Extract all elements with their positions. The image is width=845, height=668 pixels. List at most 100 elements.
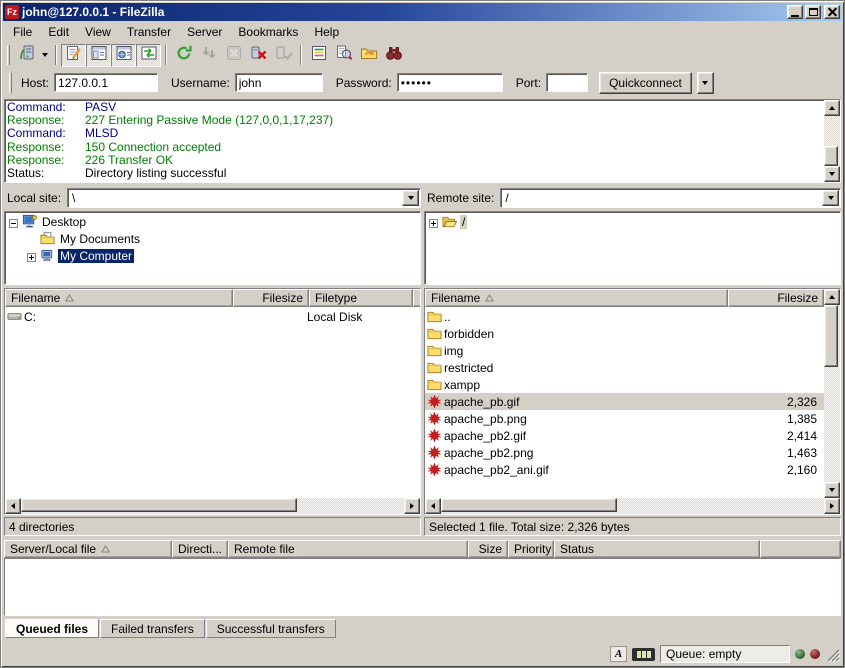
find-files-button[interactable]: [381, 44, 406, 67]
scroll-thumb[interactable]: [441, 498, 617, 512]
column-header-last-modified[interactable]: Last modified: [413, 289, 420, 307]
local-hscrollbar[interactable]: [5, 498, 420, 514]
reconnect-button[interactable]: [271, 44, 296, 67]
scroll-left-button[interactable]: [425, 498, 441, 514]
column-header-directi[interactable]: Directi...: [172, 540, 228, 558]
column-header-filesize[interactable]: Filesize: [233, 289, 309, 307]
scroll-down-button[interactable]: [824, 482, 840, 498]
indicator-badge-icon[interactable]: [632, 648, 655, 661]
scroll-thumb[interactable]: [824, 146, 838, 166]
menu-edit[interactable]: Edit: [40, 23, 77, 41]
close-button[interactable]: [824, 5, 840, 19]
file-row-c[interactable]: C:Local Disk: [5, 308, 420, 325]
tab-failed-transfers[interactable]: Failed transfers: [100, 619, 205, 638]
transfer-type-ascii-icon[interactable]: A: [610, 646, 627, 662]
toggle-message-log-button[interactable]: [61, 44, 86, 67]
scroll-track[interactable]: [824, 116, 840, 166]
column-header-remote-file[interactable]: Remote file: [228, 540, 468, 558]
scroll-thumb[interactable]: [21, 498, 297, 512]
resize-grip[interactable]: [825, 647, 840, 662]
maximize-button[interactable]: [805, 5, 821, 19]
column-header-filename[interactable]: Filename: [425, 289, 728, 307]
file-row-apache-pb-png[interactable]: apache_pb.png1,385: [425, 410, 824, 427]
collapse-icon[interactable]: [9, 217, 18, 226]
file-name: apache_pb.gif: [444, 395, 734, 409]
menu-file[interactable]: File: [5, 23, 40, 41]
scroll-track[interactable]: [824, 305, 840, 482]
file-row-img[interactable]: img: [425, 342, 824, 359]
refresh-button[interactable]: [171, 44, 196, 67]
tree-item-my-computer[interactable]: My Computer: [5, 247, 420, 264]
column-header-filesize[interactable]: Filesize: [728, 289, 824, 307]
scroll-right-button[interactable]: [824, 498, 840, 514]
local-site-dropdown-button[interactable]: [402, 190, 419, 206]
site-manager-dropdown-button[interactable]: [39, 44, 51, 67]
remote-site-dropdown-button[interactable]: [822, 190, 839, 206]
filename-filters-button[interactable]: [306, 44, 331, 67]
file-row-item[interactable]: ..: [425, 308, 824, 325]
column-header-status[interactable]: Status: [554, 540, 760, 558]
minimize-button[interactable]: [787, 5, 803, 19]
local-site-row: Local site: \: [4, 187, 421, 209]
local-site-combo[interactable]: \: [67, 188, 421, 208]
log-kind: Command:: [7, 127, 85, 140]
host-input[interactable]: [54, 73, 158, 92]
tree-item-item[interactable]: /: [425, 213, 840, 230]
scroll-down-button[interactable]: [824, 166, 840, 182]
scroll-up-button[interactable]: [824, 100, 840, 116]
column-header-priority[interactable]: Priority: [508, 540, 554, 558]
compare-icon: [335, 44, 353, 67]
site-manager-button[interactable]: [14, 44, 39, 67]
expand-icon[interactable]: [429, 217, 438, 226]
menu-server[interactable]: Server: [179, 23, 230, 41]
scroll-up-button[interactable]: [824, 289, 840, 305]
resize-grip-icon: [825, 647, 840, 662]
scroll-left-button[interactable]: [5, 498, 21, 514]
toggle-remote-tree-button[interactable]: [111, 44, 136, 67]
quickconnect-dropdown-button[interactable]: [697, 72, 714, 94]
file-row-restricted[interactable]: restricted: [425, 359, 824, 376]
menu-help[interactable]: Help: [306, 23, 347, 41]
file-row-xampp[interactable]: xampp: [425, 376, 824, 393]
activity-led-green-icon: [795, 649, 805, 659]
drive-icon: [5, 309, 24, 324]
scroll-track[interactable]: [441, 498, 824, 514]
remote-vscrollbar[interactable]: [824, 289, 840, 498]
file-row-apache-pb2-png[interactable]: apache_pb2.png1,463: [425, 444, 824, 461]
scroll-right-button[interactable]: [404, 498, 420, 514]
file-row-forbidden[interactable]: forbidden: [425, 325, 824, 342]
column-header-server-local-file[interactable]: Server/Local file: [4, 540, 172, 558]
remote-site-combo[interactable]: /: [500, 188, 841, 208]
tab-successful-transfers[interactable]: Successful transfers: [206, 619, 336, 638]
menu-view[interactable]: View: [77, 23, 119, 41]
process-queue-button[interactable]: [196, 44, 221, 67]
toggle-transfer-queue-button[interactable]: [136, 44, 161, 67]
menu-transfer[interactable]: Transfer: [119, 23, 179, 41]
password-input[interactable]: [397, 73, 503, 92]
tree-item-desktop[interactable]: Desktop: [5, 213, 420, 230]
disconnect-button[interactable]: [246, 44, 271, 67]
remote-hscrollbar[interactable]: [425, 498, 840, 514]
synchronized-browsing-button[interactable]: [356, 44, 381, 67]
tab-queued-files[interactable]: Queued files: [5, 619, 99, 638]
log-scrollbar[interactable]: [824, 100, 840, 182]
column-header-filename[interactable]: Filename: [5, 289, 233, 307]
filezilla-logo-icon: Fz: [5, 5, 19, 19]
local-status-text: 4 directories: [4, 517, 421, 536]
quickconnect-button[interactable]: Quickconnect: [599, 72, 692, 94]
column-header-size[interactable]: Size: [468, 540, 508, 558]
file-row-apache-pb2-ani-gif[interactable]: apache_pb2_ani.gif2,160: [425, 461, 824, 478]
tree-item-my-documents[interactable]: My Documents: [5, 230, 420, 247]
directory-comparison-button[interactable]: [331, 44, 356, 67]
scroll-track[interactable]: [21, 498, 404, 514]
file-row-apache-pb2-gif[interactable]: apache_pb2.gif2,414: [425, 427, 824, 444]
expand-icon[interactable]: [27, 251, 36, 260]
username-input[interactable]: [235, 73, 323, 92]
port-input[interactable]: [546, 73, 588, 92]
cancel-operation-button[interactable]: [221, 44, 246, 67]
column-header-filetype[interactable]: Filetype: [309, 289, 413, 307]
file-row-apache-pb-gif[interactable]: apache_pb.gif2,326: [425, 393, 824, 410]
toggle-local-tree-button[interactable]: [86, 44, 111, 67]
menu-bookmarks[interactable]: Bookmarks: [230, 23, 306, 41]
scroll-thumb[interactable]: [824, 305, 838, 367]
